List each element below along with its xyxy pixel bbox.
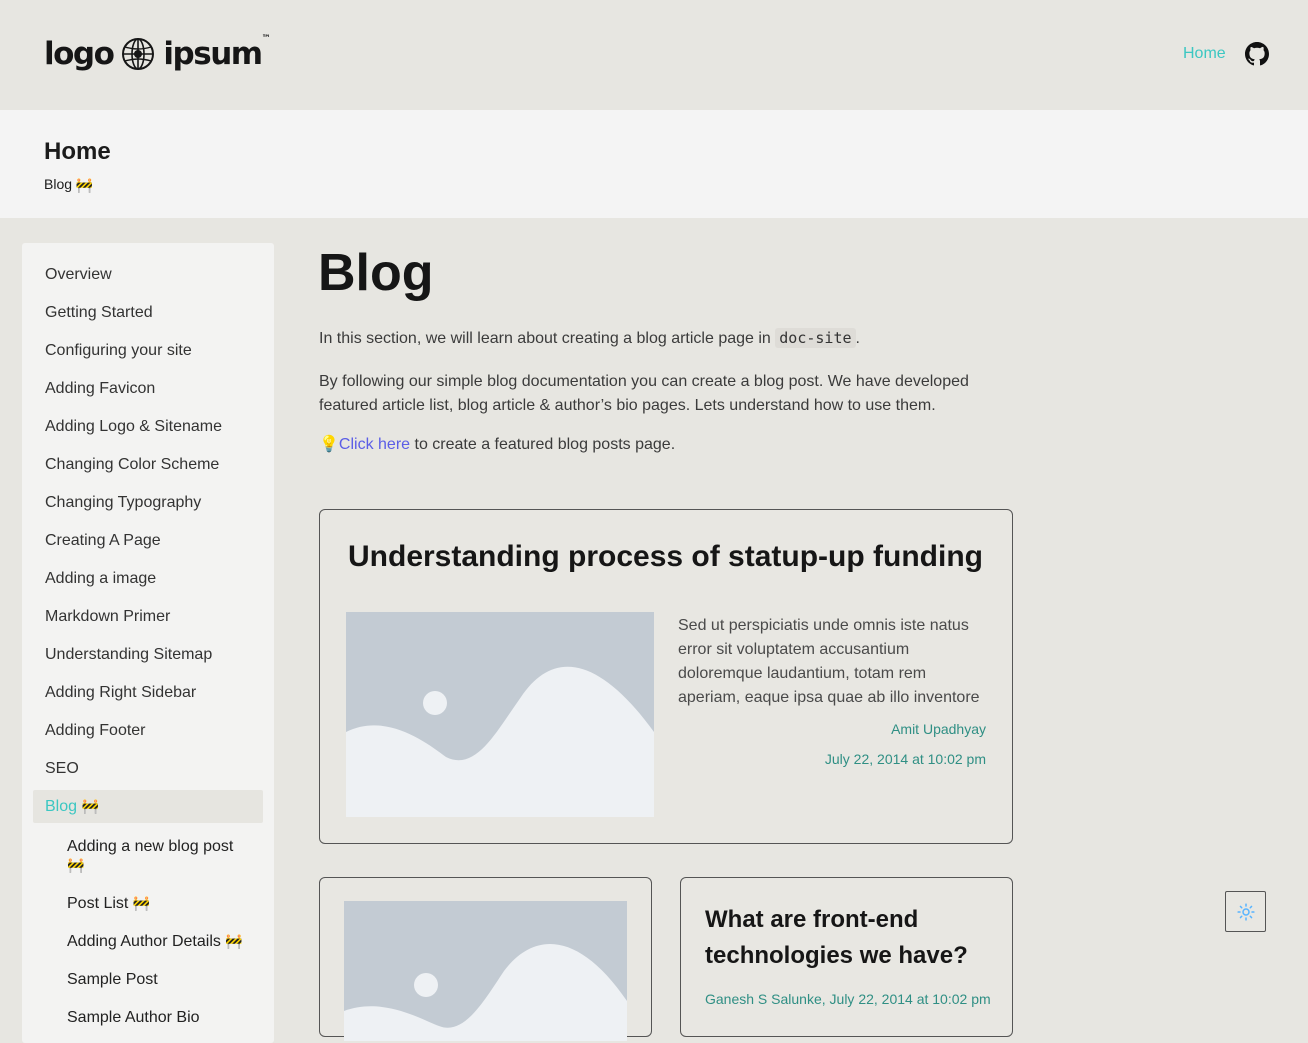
sidebar-item-creating-page[interactable]: Creating A Page — [45, 532, 161, 550]
sidebar-item-color-scheme[interactable]: Changing Color Scheme — [45, 456, 219, 474]
page-title: Home — [44, 138, 111, 165]
description-paragraph: By following our simple blog documentati… — [319, 373, 969, 414]
sun-icon — [1236, 902, 1255, 921]
post-excerpt: Sed ut perspiciatis unde omnis iste natu… — [678, 617, 980, 706]
image-placeholder-icon — [346, 612, 654, 817]
construction-icon: 🚧 — [132, 895, 151, 912]
breadcrumb[interactable]: Blog 🚧 — [44, 176, 93, 194]
image-placeholder — [344, 901, 627, 1041]
post-title[interactable]: What are front-end technologies we have? — [705, 902, 995, 974]
sidebar-subitem-post-list[interactable]: Post List 🚧 — [67, 894, 150, 913]
sidebar-item-footer[interactable]: Adding Footer — [45, 722, 146, 740]
nav-home-link[interactable]: Home — [1183, 45, 1226, 63]
page-hero: Home Blog 🚧 — [0, 110, 1308, 218]
globe-icon — [122, 38, 155, 70]
sidebar-item-adding-image[interactable]: Adding a image — [45, 570, 156, 588]
sidebar-subitem-sample-post[interactable]: Sample Post — [67, 970, 158, 989]
post-card[interactable]: What are front-end technologies we have?… — [680, 877, 1013, 1037]
post-date: July 22, 2014 at 10:02 pm — [829, 991, 991, 1007]
intro-paragraph: In this section, we will learn about cre… — [319, 328, 860, 348]
sidebar: Overview Getting Started Configuring you… — [22, 243, 274, 1043]
main-heading: Blog — [318, 244, 434, 302]
logo-text-left: logo — [44, 36, 115, 72]
construction-icon: 🚧 — [225, 933, 243, 950]
sidebar-item-overview[interactable]: Overview — [45, 266, 112, 284]
construction-icon: 🚧 — [81, 798, 99, 815]
tip-paragraph: 💡Click here to create a featured blog po… — [319, 436, 676, 453]
inline-code: doc-site — [775, 328, 856, 348]
sidebar-item-configuring-site[interactable]: Configuring your site — [45, 342, 192, 360]
theme-toggle-button[interactable] — [1225, 891, 1266, 932]
sidebar-item-right-sidebar[interactable]: Adding Right Sidebar — [45, 684, 196, 702]
sidebar-item-seo[interactable]: SEO — [45, 760, 79, 778]
sidebar-subitem-author-details[interactable]: Adding Author Details 🚧 — [67, 932, 243, 951]
post-meta: Ganesh S Salunke, July 22, 2014 at 10:02… — [705, 991, 991, 1007]
image-placeholder-icon — [344, 901, 627, 1041]
post-title[interactable]: Understanding process of statup-up fundi… — [348, 540, 983, 574]
site-header: logo ipsum™ Home — [0, 0, 1308, 110]
image-placeholder — [346, 612, 654, 817]
post-author[interactable]: Ganesh S Salunke — [705, 991, 822, 1007]
featured-post-card[interactable]: Understanding process of statup-up fundi… — [319, 509, 1013, 844]
construction-icon: 🚧 — [67, 857, 85, 874]
lightbulb-icon: 💡 — [319, 436, 339, 453]
sidebar-item-typography[interactable]: Changing Typography — [45, 494, 201, 512]
construction-icon: 🚧 — [75, 176, 94, 193]
post-date: July 22, 2014 at 10:02 pm — [824, 751, 986, 767]
sidebar-item-blog-label: Blog 🚧 — [45, 798, 99, 815]
sidebar-item-sitemap[interactable]: Understanding Sitemap — [45, 646, 212, 664]
sidebar-item-markdown-primer[interactable]: Markdown Primer — [45, 608, 170, 626]
site-logo[interactable]: logo ipsum™ — [44, 33, 271, 72]
sidebar-item-adding-favicon[interactable]: Adding Favicon — [45, 380, 155, 398]
logo-text-right: ipsum™ — [163, 33, 271, 72]
sidebar-item-adding-logo[interactable]: Adding Logo & Sitename — [45, 418, 222, 436]
github-icon[interactable] — [1245, 42, 1269, 66]
post-author[interactable]: Amit Upadhyay — [891, 721, 986, 737]
sidebar-item-getting-started[interactable]: Getting Started — [45, 304, 153, 322]
post-card[interactable] — [319, 877, 652, 1041]
sidebar-subitem-sample-author-bio[interactable]: Sample Author Bio — [67, 1008, 200, 1027]
breadcrumb-label: Blog — [44, 176, 73, 192]
click-here-link[interactable]: Click here — [339, 436, 410, 453]
sidebar-subitem-new-blog-post[interactable]: Adding a new blog post 🚧 — [67, 837, 267, 875]
